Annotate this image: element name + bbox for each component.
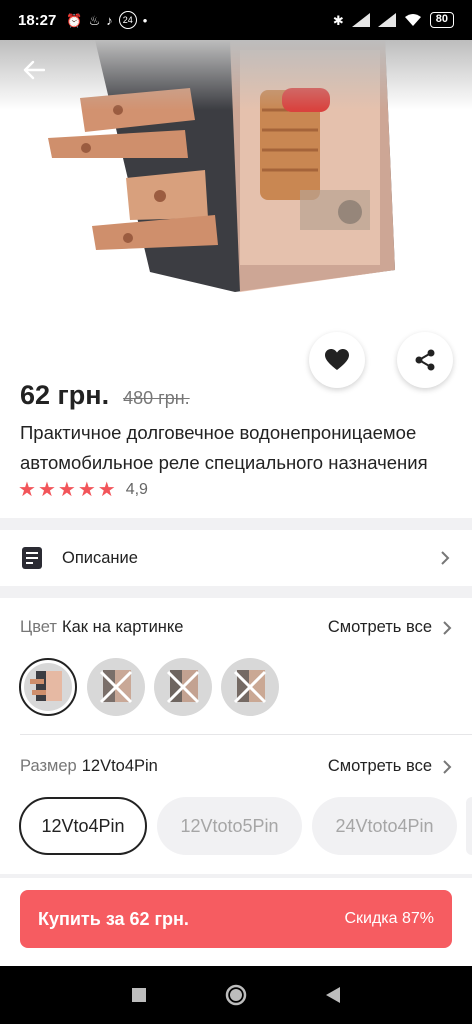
unavailable-cross-icon xyxy=(166,670,200,704)
back-button[interactable] xyxy=(18,54,50,86)
signal-icon xyxy=(351,13,370,27)
status-left-icons: ⏰ ♨ ♪ 24 • xyxy=(66,11,147,29)
current-price: 62 грн. xyxy=(20,380,110,410)
dot-icon: • xyxy=(142,12,148,28)
section-divider xyxy=(20,734,472,735)
description-label: Описание xyxy=(62,548,138,567)
see-all-label: Смотреть все xyxy=(327,618,432,636)
buy-button[interactable]: Купить за 62 грн. Скидка 87% xyxy=(20,890,452,948)
rating[interactable]: ★ ★ ★ ★ ★ 4,9 xyxy=(18,480,148,500)
price-row: 62 грн. 480 грн. xyxy=(20,380,190,411)
color-option-header: Цвет Как на картинке Смотреть все xyxy=(20,618,452,637)
see-all-label: Смотреть все xyxy=(327,757,432,775)
color-label: Цвет xyxy=(20,618,57,636)
alarm-icon: ⏰ xyxy=(66,12,83,28)
rating-value: 4,9 xyxy=(125,481,148,498)
badge-24-icon: 24 xyxy=(118,11,137,29)
recents-icon[interactable] xyxy=(131,987,147,1003)
wifi-icon xyxy=(404,14,421,26)
section-divider xyxy=(0,586,472,598)
share-icon xyxy=(415,349,435,371)
arrow-left-icon xyxy=(23,60,45,80)
chevron-right-icon xyxy=(443,620,452,635)
battery-icon: 80 xyxy=(429,12,454,28)
buy-button-label: Купить за 62 грн. xyxy=(38,908,189,929)
favorite-button[interactable] xyxy=(309,332,365,388)
home-icon[interactable] xyxy=(225,984,247,1006)
section-divider xyxy=(0,518,472,530)
hero-gradient xyxy=(0,40,472,110)
size-option-header: Размер 12Vto4Pin Смотреть все xyxy=(20,757,452,776)
star-icon: ★ xyxy=(37,479,56,501)
chevron-right-icon xyxy=(443,759,452,774)
unavailable-cross-icon xyxy=(99,670,133,704)
music-icon: ♪ xyxy=(106,12,113,28)
color-swatch-unavailable[interactable] xyxy=(87,658,145,716)
star-icon: ★ xyxy=(57,479,76,501)
section-divider xyxy=(0,874,472,878)
color-value: Как на картинке xyxy=(61,618,184,636)
product-title: Практичное долговечное водонепроницаемое… xyxy=(20,422,428,473)
description-row[interactable]: Описание xyxy=(0,530,472,586)
size-chip[interactable]: 12Vtoto5Pin xyxy=(157,797,302,855)
color-swatch-unavailable[interactable] xyxy=(154,658,212,716)
star-icon: ★ xyxy=(18,479,36,501)
color-swatch-selected[interactable] xyxy=(19,658,77,716)
share-button[interactable] xyxy=(397,332,453,388)
color-swatch-unavailable[interactable] xyxy=(221,658,279,716)
size-chip[interactable]: 24Vtoto4Pin xyxy=(312,797,457,855)
system-nav-bar xyxy=(0,966,472,1024)
old-price: 480 грн. xyxy=(123,388,190,408)
back-nav-icon[interactable] xyxy=(325,986,341,1004)
product-image[interactable] xyxy=(0,40,472,340)
unavailable-cross-icon xyxy=(233,670,267,704)
chevron-right-icon xyxy=(441,551,450,565)
color-see-all-link[interactable]: Смотреть все xyxy=(328,618,452,637)
bluetooth-icon: ✱ xyxy=(332,12,344,28)
discount-label: Скидка 87% xyxy=(344,910,434,927)
heart-icon xyxy=(325,349,349,370)
signal-icon xyxy=(377,13,396,27)
document-icon xyxy=(22,547,42,569)
status-time: 18:27 xyxy=(18,11,57,29)
swatch-image xyxy=(24,663,72,711)
status-right-icons: ✱ 80 xyxy=(333,12,454,28)
status-bar: 18:27 ⏰ ♨ ♪ 24 • ✱ 80 xyxy=(0,0,472,40)
star-icon: ★ xyxy=(77,479,96,501)
size-value: 12Vto4Pin xyxy=(81,757,158,775)
app-icon: ♨ xyxy=(88,12,101,28)
size-chip-partial[interactable] xyxy=(466,797,472,855)
size-see-all-link[interactable]: Смотреть все xyxy=(328,757,452,776)
size-chip-selected[interactable]: 12Vto4Pin xyxy=(19,797,147,855)
size-label: Размер xyxy=(20,757,77,775)
star-icon: ★ xyxy=(97,479,116,501)
